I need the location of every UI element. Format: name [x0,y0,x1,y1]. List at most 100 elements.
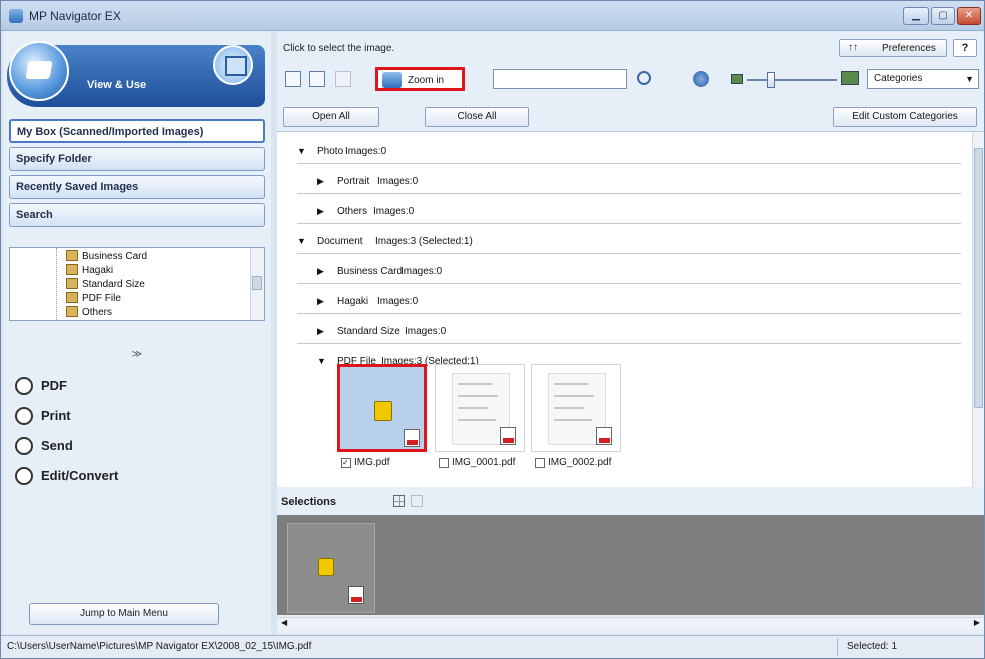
search-icon[interactable] [637,71,651,85]
tree-label: Others [82,307,113,318]
thumbnail-frame [435,364,525,452]
thumbnail-img[interactable]: ✓ IMG.pdf [337,364,427,474]
preferences-button[interactable]: ↑↑ Preferences [839,39,947,57]
expand-toggle-icon[interactable]: ▶ [317,296,324,307]
action-send[interactable]: Send [9,433,265,459]
select-checkbox[interactable]: ✓ [341,458,351,468]
tree-label: Standard Size [82,279,145,290]
thumbnail-frame [531,364,621,452]
tree-item-business-card[interactable]: Business Card [66,250,147,264]
expand-toggle-icon[interactable]: ▶ [317,176,324,187]
row-count: Images:0 [345,146,387,157]
app-icon [9,9,23,23]
thumbnail-img-0001[interactable]: IMG_0001.pdf [435,364,525,474]
expand-toggle-icon[interactable]: ▶ [317,266,324,277]
thumbnail-size-slider[interactable] [747,79,837,81]
pdf-icon [15,377,33,395]
grid-view-icon[interactable] [309,71,325,87]
expand-toggle-icon[interactable]: ▼ [297,236,306,246]
select-checkbox[interactable] [439,458,449,468]
expand-toggle-icon[interactable]: ▼ [297,146,306,156]
refresh-icon[interactable] [693,71,709,87]
slider-thumb[interactable] [767,72,775,88]
nav-search[interactable]: Search [9,203,265,227]
grid-view-icon[interactable] [393,495,405,507]
open-all-button[interactable]: Open All [283,107,379,127]
monitor-icon[interactable] [213,45,253,85]
tree-item-standard-size[interactable]: Standard Size [66,278,145,292]
expand-toggle-icon[interactable]: ▶ [317,206,324,217]
category-tree[interactable]: Business Card Hagaki Standard Size PDF F… [9,247,265,321]
tree-item-hagaki[interactable]: Hagaki [66,264,113,278]
search-input[interactable] [493,69,627,89]
window-title: MP Navigator EX [29,9,121,23]
tree-scroll-thumb[interactable] [252,276,262,290]
thumbnail-view-icon[interactable] [285,71,301,87]
row-divider [297,343,961,344]
selections-scrollbar[interactable]: ◀ ▶ [277,617,984,629]
category-row[interactable]: ▶ Business Card Images:0 [297,260,961,284]
row-label: Photo [317,146,344,157]
collapse-toggle[interactable]: ≫ [9,349,265,363]
category-row[interactable]: ▼ Photo Images:0 [297,140,961,164]
action-print[interactable]: Print [9,403,265,429]
expand-toggle-icon[interactable]: ▶ [317,326,324,337]
selections-header: Selections [277,491,984,513]
tree-item-pdf-file[interactable]: PDF File [66,292,121,306]
close-all-button[interactable]: Close All [425,107,529,127]
single-view-icon[interactable] [411,495,423,507]
edit-icon [15,467,33,485]
category-row[interactable]: ▶ Hagaki Images:0 [297,290,961,314]
close-button[interactable]: ✕ [957,7,981,25]
tree-item-others[interactable]: Others [66,306,112,320]
row-label: Hagaki [337,296,369,307]
nav-recently-saved[interactable]: Recently Saved Images [9,175,265,199]
row-count: Images:3 (Selected:1) [375,236,473,247]
select-checkbox[interactable] [535,458,545,468]
view-use-icon [9,41,69,101]
pdf-icon [596,427,612,445]
category-row[interactable]: ▶ Standard Size Images:0 [297,320,961,344]
row-count: Images:0 [377,176,419,187]
list-scroll-thumb[interactable] [974,148,983,408]
tree-label: Business Card [82,251,148,262]
category-row[interactable]: ▶ Portrait Images:0 [297,170,961,194]
action-label: Edit/Convert [41,468,119,483]
thumbnail-frame [337,364,427,452]
minimize-button[interactable]: ▁ [903,7,929,25]
thumbnail-img-0002[interactable]: IMG_0002.pdf [531,364,621,474]
help-button[interactable]: ? [953,39,977,57]
scroll-right-icon[interactable]: ▶ [974,618,980,627]
doc-line [554,395,594,397]
maximize-button[interactable]: ▢ [931,7,955,25]
scroll-left-icon[interactable]: ◀ [281,618,287,627]
expand-toggle-icon[interactable]: ▼ [317,356,326,366]
doc-line [458,407,488,409]
small-image-icon [731,74,743,84]
zoom-in-button[interactable]: Zoom in [375,67,465,91]
nav-specify-folder[interactable]: Specify Folder [9,147,265,171]
print-icon [15,407,33,425]
folder-icon [66,292,78,303]
row-divider [297,163,961,164]
rotate-icon[interactable] [335,71,351,87]
selected-thumbnail[interactable] [287,523,375,613]
edit-custom-categories-button[interactable]: Edit Custom Categories [833,107,977,127]
category-select-value: Categories [874,73,923,84]
status-bar: C:\Users\UserName\Pictures\MP Navigator … [1,635,984,658]
tree-scrollbar[interactable] [250,248,264,320]
jump-to-main-menu-button[interactable]: Jump to Main Menu [29,603,219,625]
category-row[interactable]: ▶ Others Images:0 [297,200,961,224]
tree-line [56,248,57,320]
pdf-icon [404,429,420,447]
folder-icon [66,250,78,261]
action-edit-convert[interactable]: Edit/Convert [9,463,265,489]
row-label: Business Card [337,266,403,277]
action-pdf[interactable]: PDF [9,373,265,399]
nav-my-box[interactable]: My Box (Scanned/Imported Images) [9,119,265,143]
row-divider [297,313,961,314]
list-scrollbar[interactable] [972,132,984,488]
category-row[interactable]: ▼ Document Images:3 (Selected:1) [297,230,961,254]
category-select[interactable]: Categories ▼ [867,69,979,89]
tree-label: PDF File [82,293,121,304]
